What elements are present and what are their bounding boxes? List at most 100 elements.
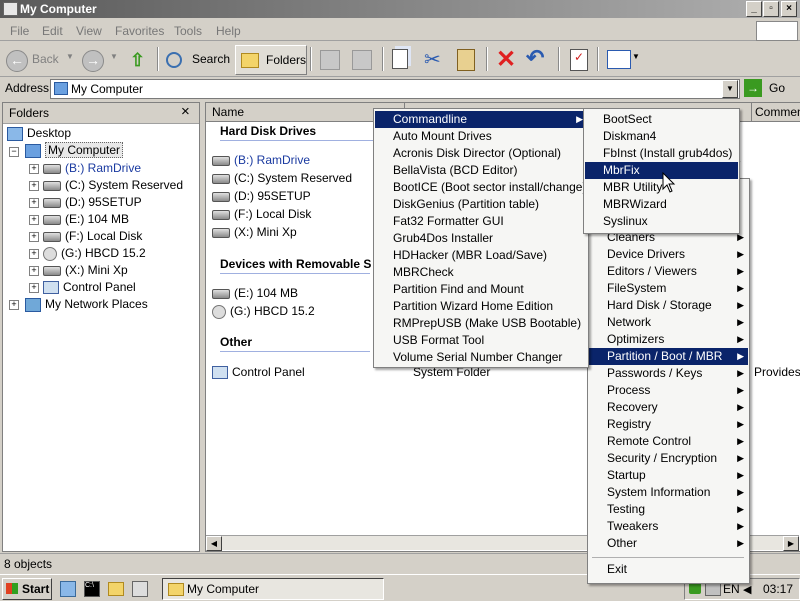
menu-item-filesystem[interactable]: FileSystem ▶: [589, 280, 748, 297]
expand-toggle[interactable]: +: [29, 181, 39, 191]
menu-item-passwords-keys[interactable]: Passwords / Keys ▶: [589, 365, 748, 382]
menu-item-startup[interactable]: Startup ▶: [589, 467, 748, 484]
cut-icon[interactable]: ✂: [424, 47, 441, 72]
menu-item-partition-boot-mbr[interactable]: Partition / Boot / MBR ▶: [589, 348, 748, 365]
menu-item-registry[interactable]: Registry ▶: [589, 416, 748, 433]
tree-item-95setup[interactable]: (D:) 95SETUP: [43, 195, 142, 209]
menu-item-recovery[interactable]: Recovery ▶: [589, 399, 748, 416]
menu-item-security-encryption[interactable]: Security / Encryption ▶: [589, 450, 748, 467]
submenu-item-usb-format-tool[interactable]: USB Format Tool: [375, 332, 587, 349]
menu-item-network[interactable]: Network ▶: [589, 314, 748, 331]
drive-item-hbcd[interactable]: (G:) HBCD 15.2: [212, 304, 315, 319]
expand-toggle[interactable]: +: [29, 198, 39, 208]
close-pane-button[interactable]: ×: [181, 103, 190, 120]
menu-item-testing[interactable]: Testing ▶: [589, 501, 748, 518]
expand-toggle[interactable]: +: [29, 215, 39, 225]
collapse-toggle[interactable]: −: [9, 147, 19, 157]
speaker-icon[interactable]: ◀: [743, 583, 751, 596]
delete-icon[interactable]: ✕: [496, 45, 516, 74]
menu-item-process[interactable]: Process ▶: [589, 382, 748, 399]
tree-item-system-reserved[interactable]: (C:) System Reserved: [43, 178, 183, 192]
submenu-item-rmprepusb[interactable]: RMPrepUSB (Make USB Bootable): [375, 315, 587, 332]
tree-item-my-computer[interactable]: My Computer: [25, 142, 124, 158]
menu-tools[interactable]: Tools: [174, 24, 202, 38]
submenu-item-auto-mount-drives[interactable]: Auto Mount Drives: [375, 128, 587, 145]
move-to-icon[interactable]: [320, 50, 340, 70]
drive-item-104mb[interactable]: (E:) 104 MB: [212, 286, 298, 300]
menu-item-editors-viewers[interactable]: Editors / Viewers ▶: [589, 263, 748, 280]
copy-icon[interactable]: [392, 49, 408, 69]
menu-favorites[interactable]: Favorites: [115, 24, 164, 38]
submenu-item-commandline[interactable]: Commandline ▶: [375, 111, 587, 128]
chevron-down-icon[interactable]: ▼: [110, 52, 118, 61]
submenu-item-diskgenius[interactable]: DiskGenius (Partition table): [375, 196, 587, 213]
undo-icon[interactable]: ↶: [526, 45, 544, 71]
start-button[interactable]: Start: [2, 578, 52, 600]
minimize-button[interactable]: _: [746, 1, 762, 17]
chevron-down-icon[interactable]: ▼: [66, 52, 74, 61]
menu-item-other[interactable]: Other ▶: [589, 535, 748, 552]
menu-item-system-information[interactable]: System Information ▶: [589, 484, 748, 501]
tree-item-mini-xp[interactable]: (X:) Mini Xp: [43, 263, 128, 277]
close-button[interactable]: ×: [781, 1, 797, 17]
tree-item-hbcd[interactable]: (G:) HBCD 15.2: [43, 246, 146, 261]
menu-help[interactable]: Help: [216, 24, 241, 38]
expand-toggle[interactable]: +: [29, 249, 39, 259]
expand-toggle[interactable]: +: [29, 164, 39, 174]
item-control-panel[interactable]: Control Panel: [212, 365, 305, 380]
submenu-item-bootice[interactable]: BootICE (Boot sector install/change): [375, 179, 587, 196]
address-dropdown-button[interactable]: ▼: [722, 80, 738, 98]
submenu-item-grub4dos-installer[interactable]: Grub4Dos Installer: [375, 230, 587, 247]
menu-view[interactable]: View: [76, 24, 102, 38]
menu-item-optimizers[interactable]: Optimizers ▶: [589, 331, 748, 348]
cmd-item-mbrwizard[interactable]: MBRWizard: [585, 196, 738, 213]
copy-to-icon[interactable]: [352, 50, 372, 70]
tree-item-desktop[interactable]: Desktop: [7, 126, 71, 141]
submenu-item-mbrcheck[interactable]: MBRCheck: [375, 264, 587, 281]
views-icon[interactable]: [607, 50, 631, 69]
expand-toggle[interactable]: +: [29, 283, 39, 293]
drive-item-ramdrive[interactable]: (B:) RamDrive: [212, 153, 310, 167]
language-indicator[interactable]: EN: [723, 582, 740, 596]
cmd-item-diskman4[interactable]: Diskman4: [585, 128, 738, 145]
expand-toggle[interactable]: +: [29, 232, 39, 242]
submenu-item-volume-serial-changer[interactable]: Volume Serial Number Changer: [375, 349, 587, 366]
tree-item-104mb[interactable]: (E:) 104 MB: [43, 212, 129, 226]
tray-network-icon[interactable]: [705, 582, 721, 596]
show-desktop-icon[interactable]: [60, 581, 76, 597]
drive-item-local-disk[interactable]: (F:) Local Disk: [212, 207, 311, 221]
taskbar-item-my-computer[interactable]: My Computer: [162, 578, 384, 600]
search-button[interactable]: Search: [192, 52, 230, 66]
submenu-item-partition-find-mount[interactable]: Partition Find and Mount: [375, 281, 587, 298]
column-comment[interactable]: Comment: [755, 105, 800, 119]
command-prompt-icon[interactable]: C:\: [84, 581, 100, 597]
submenu-item-bellavista[interactable]: BellaVista (BCD Editor): [375, 162, 587, 179]
submenu-item-fat32-formatter[interactable]: Fat32 Formatter GUI: [375, 213, 587, 230]
tree-item-ramdrive[interactable]: (B:) RamDrive: [43, 161, 141, 175]
search-icon[interactable]: [166, 52, 182, 68]
up-folder-icon[interactable]: ⇧: [130, 50, 146, 70]
paste-icon[interactable]: [457, 49, 475, 71]
drive-item-system-reserved[interactable]: (C:) System Reserved: [212, 171, 352, 185]
app-icon[interactable]: [132, 581, 148, 597]
maximize-button[interactable]: ▫: [763, 1, 779, 17]
menu-item-exit[interactable]: Exit: [589, 561, 748, 578]
address-input[interactable]: My Computer: [50, 79, 740, 99]
submenu-item-acronis[interactable]: Acronis Disk Director (Optional): [375, 145, 587, 162]
scroll-right-button[interactable]: ▶: [783, 536, 799, 551]
tree-item-local-disk[interactable]: (F:) Local Disk: [43, 229, 142, 243]
explorer-icon[interactable]: [108, 582, 124, 596]
go-button[interactable]: Go: [769, 81, 785, 95]
menu-item-hard-disk-storage[interactable]: Hard Disk / Storage ▶: [589, 297, 748, 314]
chevron-down-icon[interactable]: ▼: [632, 52, 640, 61]
folders-button[interactable]: Folders: [235, 45, 307, 75]
menu-item-device-drivers[interactable]: Device Drivers ▶: [589, 246, 748, 263]
drive-item-95setup[interactable]: (D:) 95SETUP: [212, 189, 311, 203]
submenu-item-hdhacker[interactable]: HDHacker (MBR Load/Save): [375, 247, 587, 264]
menu-item-tweakers[interactable]: Tweakers ▶: [589, 518, 748, 535]
menu-item-remote-control[interactable]: Remote Control ▶: [589, 433, 748, 450]
scroll-left-button[interactable]: ◀: [206, 536, 222, 551]
tree-item-control-panel[interactable]: Control Panel: [43, 280, 136, 295]
back-label[interactable]: Back: [32, 52, 59, 66]
back-arrow-icon[interactable]: ←: [6, 50, 28, 72]
